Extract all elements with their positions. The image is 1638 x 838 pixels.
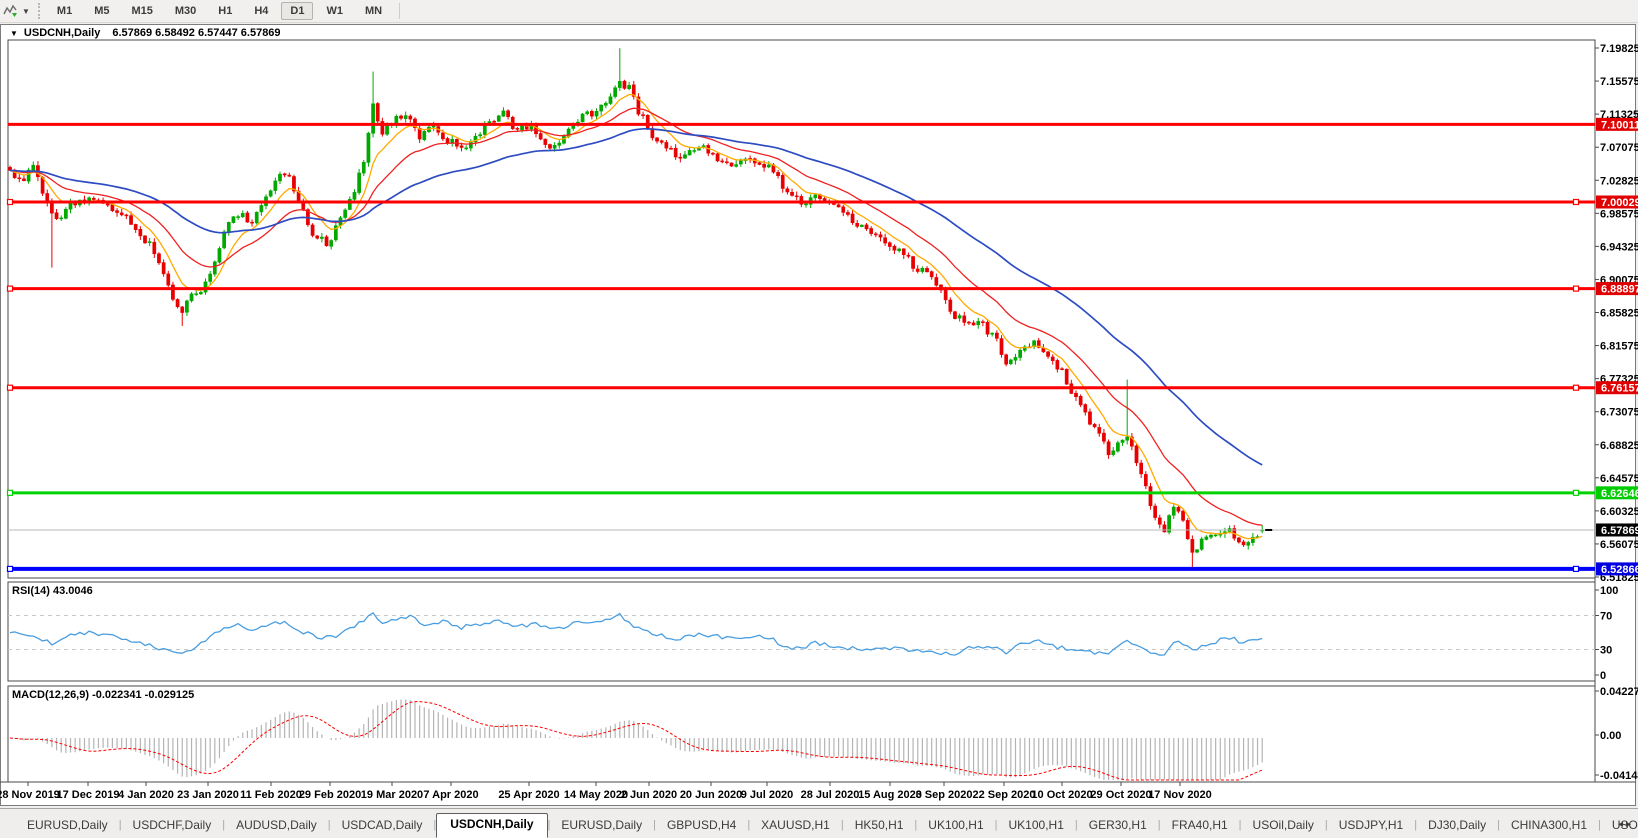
macd-indicator-label: MACD(12,26,9) -0.022341 -0.029125 <box>12 689 194 701</box>
macd-tick-label: 0.042275 <box>1600 686 1638 698</box>
date-tick-label: 28 Jul 2020 <box>801 789 860 801</box>
date-tick-label: 7 Apr 2020 <box>423 789 478 801</box>
ma-slow-line <box>10 129 1262 465</box>
date-tick-label: 28 Nov 2019 <box>0 789 60 801</box>
date-tick-label: 4 Jan 2020 <box>118 789 174 801</box>
ma-fast-line <box>10 95 1262 539</box>
rsi-tick-label: 30 <box>1600 645 1612 657</box>
date-tick-label: 15 Aug 2020 <box>858 789 922 801</box>
date-tick-label: 19 Mar 2020 <box>361 789 423 801</box>
collapse-triangle-icon[interactable]: ▼ <box>10 29 18 38</box>
price-badge-label: 6.62646 <box>1601 488 1638 500</box>
hline-anchor-square[interactable] <box>8 490 13 495</box>
macd-tick-label: 0.00 <box>1600 730 1621 742</box>
hline-anchor-square[interactable] <box>8 566 13 571</box>
hline-anchor-square[interactable] <box>1574 200 1579 205</box>
date-tick-label: 25 Apr 2020 <box>498 789 559 801</box>
date-tick-label: 11 Feb 2020 <box>240 789 302 801</box>
date-tick-label: 29 Feb 2020 <box>299 789 361 801</box>
hline-anchor-square[interactable] <box>8 200 13 205</box>
price-tick-label: 7.15575 <box>1600 76 1638 88</box>
price-tick-label: 6.85825 <box>1600 308 1638 320</box>
price-tick-label: 6.68825 <box>1600 440 1638 452</box>
rsi-tick-label: 0 <box>1600 670 1606 682</box>
candlesticks <box>8 48 1263 568</box>
price-tick-label: 6.98575 <box>1600 208 1638 220</box>
price-tick-label: 7.19825 <box>1600 43 1638 55</box>
rsi-tick-label: 100 <box>1600 585 1618 597</box>
price-tick-label: 6.73075 <box>1600 407 1638 419</box>
rsi-indicator-label: RSI(14) 43.0046 <box>12 585 93 597</box>
price-tick-label: 6.64575 <box>1600 473 1638 485</box>
rsi-panel: 100 70 30 0 <box>8 585 1618 682</box>
date-tick-label: 3 Sep 2020 <box>916 789 973 801</box>
price-tick-label: 6.60325 <box>1600 506 1638 518</box>
hline-anchor-square[interactable] <box>1574 385 1579 390</box>
date-tick-label: 29 Oct 2020 <box>1090 789 1151 801</box>
hline-anchor-square[interactable] <box>8 286 13 291</box>
chart-title-bar: ▼ USDCNH,Daily 6.57869 6.58492 6.57447 6… <box>8 26 281 40</box>
rsi-tick-label: 70 <box>1600 611 1612 623</box>
main-panel-frame <box>8 40 1595 578</box>
price-tick-label: 7.07075 <box>1600 142 1638 154</box>
macd-panel-frame <box>8 686 1595 782</box>
date-tick-label: 22 Sep 2020 <box>973 789 1036 801</box>
hline-anchor-square[interactable] <box>1574 566 1579 571</box>
price-badge-label: 6.88897 <box>1601 284 1638 296</box>
date-tick-label: 2 Jun 2020 <box>621 789 677 801</box>
date-tick-label: 10 Oct 2020 <box>1031 789 1092 801</box>
price-tick-label: 7.02825 <box>1600 175 1638 187</box>
panel-frames <box>0 40 1636 782</box>
price-badge-label: 6.57869 <box>1601 525 1638 537</box>
price-badge-label: 6.52866 <box>1601 564 1638 576</box>
hline-anchor-square[interactable] <box>1574 490 1579 495</box>
date-tick-label: 20 Jun 2020 <box>680 789 742 801</box>
price-badge-label: 7.10011 <box>1601 119 1638 131</box>
hline-anchor-square[interactable] <box>8 385 13 390</box>
hline-anchor-square[interactable] <box>1574 286 1579 291</box>
price-tick-label: 6.94325 <box>1600 241 1638 253</box>
date-tick-label: 14 May 2020 <box>564 789 628 801</box>
macd-signal-line <box>10 702 1262 780</box>
macd-panel: 0.042275 0.00 -0.04148 <box>10 686 1638 782</box>
chart-symbol-title: USDCNH,Daily <box>24 27 100 39</box>
horizontal-lines <box>8 124 1596 571</box>
price-badge-label: 6.76157 <box>1601 383 1638 395</box>
price-badge-label: 7.00029 <box>1601 197 1638 209</box>
date-axis: 28 Nov 201917 Dec 20194 Jan 202023 Jan 2… <box>0 782 1212 801</box>
price-tick-label: 6.81575 <box>1600 341 1638 353</box>
price-chart-svg: 7.198257.155757.113257.070757.028256.985… <box>0 0 1638 838</box>
rsi-line <box>10 613 1262 655</box>
date-tick-label: 17 Dec 2019 <box>57 789 120 801</box>
date-tick-label: 23 Jan 2020 <box>177 789 239 801</box>
chart-ohlc-values: 6.57869 6.58492 6.57447 6.57869 <box>112 27 280 39</box>
price-tick-label: 6.56075 <box>1600 539 1638 551</box>
ma-mid-line <box>10 108 1262 525</box>
date-tick-label: 9 Jul 2020 <box>741 789 794 801</box>
date-tick-label: 17 Nov 2020 <box>1148 789 1212 801</box>
rsi-panel-frame <box>8 582 1595 681</box>
macd-tick-label: -0.04148 <box>1600 770 1638 782</box>
price-axis: 7.198257.155757.113257.070757.028256.985… <box>1595 43 1638 584</box>
